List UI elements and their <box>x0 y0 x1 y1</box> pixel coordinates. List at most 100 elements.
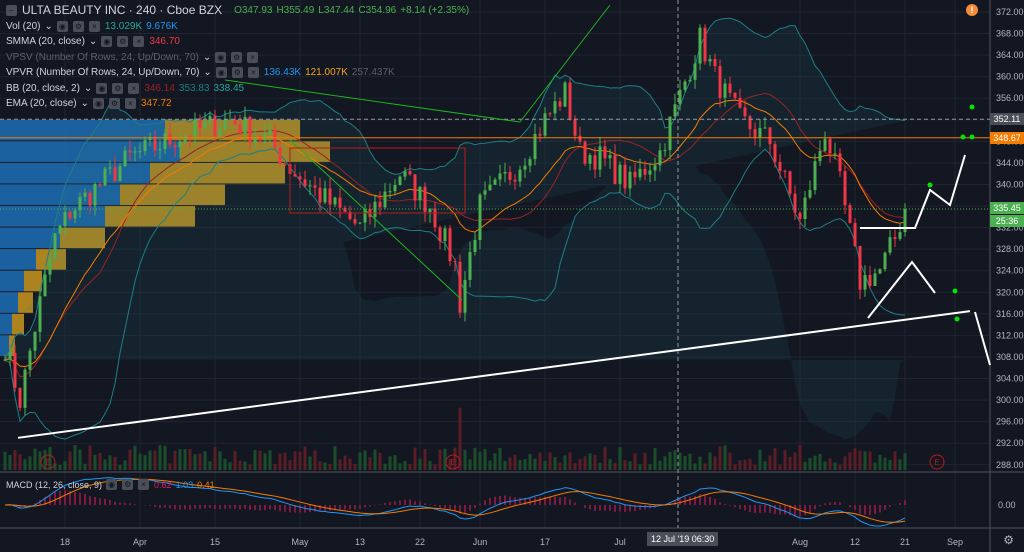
candle-body <box>663 150 667 152</box>
candle-body <box>798 212 802 219</box>
indicator-name[interactable]: BB (20, close, 2) <box>6 81 80 97</box>
volume-bar <box>808 458 812 470</box>
settings-icon[interactable]: ⚙ <box>108 98 120 110</box>
indicator-name[interactable]: EMA (20, close) <box>6 96 77 112</box>
chevron-down-icon[interactable]: ⌄ <box>203 65 211 81</box>
chevron-down-icon[interactable]: ⌄ <box>44 19 52 35</box>
volume-bar <box>878 454 882 470</box>
volume-bar <box>798 445 802 470</box>
candle-body <box>93 184 97 206</box>
eye-icon[interactable]: ◉ <box>96 82 108 94</box>
volume-bar <box>668 451 672 470</box>
eye-icon[interactable]: ◉ <box>92 98 104 110</box>
indicator-value: 121.007K <box>305 67 348 78</box>
gear-icon[interactable]: ⚙ <box>1003 533 1014 547</box>
eye-icon[interactable]: ◉ <box>56 20 68 32</box>
candle-body <box>3 359 7 361</box>
volume-bar <box>353 463 357 470</box>
settings-icon[interactable]: ⚙ <box>72 20 84 32</box>
candle-body <box>753 129 757 138</box>
volume-bar <box>273 464 277 470</box>
candle-body <box>623 164 627 189</box>
candle-body <box>848 205 852 223</box>
candle-body <box>783 170 787 172</box>
indicator-value: 346.14 <box>144 82 175 94</box>
candle-body <box>263 134 267 141</box>
close-icon[interactable]: × <box>124 98 136 110</box>
volume-bar <box>763 461 767 470</box>
volume-bar <box>358 452 362 470</box>
volume-bar <box>158 445 162 470</box>
volume-bar <box>698 456 702 470</box>
eye-icon[interactable]: ◉ <box>101 36 113 48</box>
chevron-down-icon[interactable]: ⌄ <box>203 50 211 66</box>
indicator-name[interactable]: Vol (20) <box>6 19 40 35</box>
eye-icon[interactable]: ◉ <box>215 51 227 63</box>
volume-bar <box>248 464 252 470</box>
settings-icon[interactable]: ⚙ <box>117 36 129 48</box>
signal-dot <box>954 316 960 322</box>
macd-title[interactable]: MACD (12, 26, close, 9) <box>6 480 102 490</box>
volume-bar <box>548 452 552 470</box>
volume-bar <box>228 462 232 470</box>
close-icon[interactable]: × <box>128 82 140 94</box>
symbol-title[interactable]: ULTA BEAUTY INC · 240 · Cboe BZX <box>22 3 222 19</box>
settings-icon[interactable]: ⚙ <box>112 82 124 94</box>
candle-body <box>813 161 817 191</box>
collapse-icon[interactable]: − <box>6 5 17 17</box>
volume-bar <box>123 460 127 470</box>
candle-body <box>638 168 642 178</box>
candle-body <box>128 150 132 153</box>
candle-body <box>268 129 272 135</box>
settings-icon[interactable]: ⚙ <box>231 51 243 63</box>
candle-body <box>448 228 452 262</box>
volume-bar <box>793 452 797 470</box>
close-icon[interactable]: × <box>88 20 100 32</box>
close-icon[interactable]: × <box>138 479 150 490</box>
indicator-name[interactable]: SMMA (20, close) <box>6 34 85 50</box>
close-icon[interactable]: × <box>247 67 259 79</box>
candle-body <box>338 197 342 208</box>
chevron-down-icon[interactable]: ⌄ <box>81 96 89 112</box>
volume-bar <box>598 462 602 470</box>
indicator-value: 136.43K <box>263 67 302 78</box>
volume-bar <box>243 461 247 470</box>
candle-body <box>713 59 717 67</box>
settings-icon[interactable]: ⚙ <box>122 479 134 490</box>
candle-body <box>828 138 832 154</box>
candle-body <box>78 196 82 211</box>
candle-body <box>548 113 552 115</box>
candle-body <box>733 92 737 98</box>
close-icon[interactable]: × <box>133 36 145 48</box>
volume-bar <box>753 464 757 470</box>
chevron-down-icon[interactable]: ⌄ <box>84 81 92 97</box>
candle-body <box>658 150 662 166</box>
chevron-down-icon[interactable]: ⌄ <box>89 34 97 50</box>
volume-bar <box>663 456 667 470</box>
candle-body <box>133 151 137 153</box>
macd-zero-label: 0.00 <box>998 500 1016 510</box>
candle-body <box>183 136 187 142</box>
candle-body <box>333 197 337 205</box>
candle-body <box>408 171 412 175</box>
close-icon[interactable]: × <box>247 51 259 63</box>
candle-body <box>388 191 392 193</box>
candle-body <box>158 149 162 151</box>
volume-bar <box>203 451 207 470</box>
volume-bar <box>673 450 677 470</box>
countdown-tag: 25:36 <box>990 215 1024 227</box>
eye-icon[interactable]: ◉ <box>215 67 227 79</box>
settings-icon[interactable]: ⚙ <box>231 67 243 79</box>
vp-up-bar <box>0 249 36 270</box>
candle-body <box>393 185 397 192</box>
indicator-name[interactable]: VPVR (Number Of Rows, 24, Up/Down, 70) <box>6 65 199 81</box>
y-tick-label: 340.00 <box>996 179 1024 189</box>
warning-icon[interactable]: ! <box>966 4 978 16</box>
eye-icon[interactable]: ◉ <box>106 479 118 490</box>
indicator-value: 338.45 <box>213 82 245 94</box>
volume-bar <box>468 459 472 470</box>
candle-body <box>793 193 797 213</box>
volume-bar <box>768 455 772 470</box>
volume-bar <box>363 450 367 470</box>
indicator-name[interactable]: VPSV (Number Of Rows, 24, Up/Down, 70) <box>6 50 199 66</box>
